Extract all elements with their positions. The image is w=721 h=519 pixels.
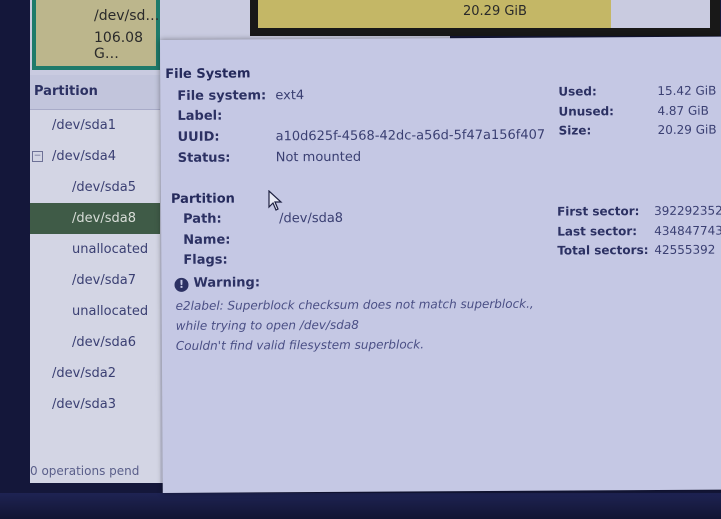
- last-sector-label: Last sector:: [557, 224, 638, 239]
- warning-icon: !: [174, 277, 189, 292]
- partition-row-label: unallocated: [72, 304, 149, 319]
- last-sector-value: 434847743: [654, 223, 721, 238]
- used-value: 15.42 GiB: [657, 83, 717, 98]
- partition-row-label: /dev/sda1: [52, 118, 116, 133]
- warning-title: Warning:: [193, 275, 261, 291]
- used-label: Used:: [558, 84, 597, 99]
- warning-line: Couldn't find valid filesystem superbloc…: [175, 337, 425, 353]
- partition-row-label: /dev/sda8: [72, 211, 136, 226]
- warning-line: e2label: Superblock checksum does not ma…: [175, 296, 534, 313]
- partition-row[interactable]: unallocated: [30, 234, 160, 265]
- partition-row[interactable]: /dev/sda3: [30, 389, 160, 420]
- partition-row-label: /dev/sda5: [72, 180, 136, 195]
- file-system-section-title: File System: [165, 66, 251, 82]
- size-value: 20.29 GiB: [657, 122, 717, 137]
- partition-row[interactable]: unallocated: [30, 296, 160, 327]
- size-label: Size:: [558, 123, 592, 138]
- first-sector-value: 392292352: [654, 203, 721, 218]
- mouse-cursor-icon: [268, 190, 283, 211]
- status-label: Status:: [177, 150, 231, 166]
- uuid-value: a10d625f-4568-42dc-a56d-5f47a156f407: [275, 127, 546, 145]
- unused-label: Unused:: [558, 104, 614, 119]
- partition-column-header[interactable]: Partition: [30, 75, 160, 110]
- total-sectors-label: Total sectors:: [557, 243, 649, 258]
- first-sector-label: First sector:: [557, 204, 640, 219]
- flags-label: Flags:: [183, 252, 228, 268]
- total-sectors-value: 42555392: [654, 242, 716, 257]
- partition-section-title: Partition: [170, 191, 235, 207]
- partition-row-label: /dev/sda4: [52, 149, 116, 164]
- path-value: /dev/sda8: [279, 210, 344, 227]
- desktop-background: [0, 493, 721, 519]
- fs-type-value: ext4: [275, 88, 305, 104]
- path-label: Path:: [183, 211, 222, 227]
- disk-map-partition-path: /dev/sd…: [94, 8, 160, 24]
- disk-map-partition-sda[interactable]: /dev/sd… 106.08 G…: [32, 0, 160, 70]
- partition-row[interactable]: /dev/sda7: [30, 265, 160, 296]
- disk-map-selected-size: 20.29 GiB: [463, 4, 527, 19]
- fs-type-label: File system:: [177, 88, 267, 104]
- unused-value: 4.87 GiB: [657, 103, 709, 118]
- partition-row-label: unallocated: [72, 242, 149, 257]
- partition-row-label: /dev/sda6: [72, 335, 136, 350]
- collapse-expander-icon[interactable]: −: [32, 151, 43, 162]
- partition-information-dialog: File System File system: ext4 Label: UUI…: [160, 36, 721, 493]
- partition-row[interactable]: /dev/sda1: [30, 110, 160, 141]
- pending-operations-status: 0 operations pend: [30, 464, 140, 478]
- warning-line: while trying to open /dev/sda8: [175, 317, 359, 333]
- fs-label-label: Label:: [177, 108, 223, 124]
- partition-list: Partition /dev/sda1 −/dev/sda4/dev/sda5/d…: [30, 75, 160, 483]
- partition-row[interactable]: /dev/sda6: [30, 327, 160, 358]
- disk-map-used-space: [258, 0, 611, 28]
- disk-map-partition-size: 106.08 G…: [94, 30, 143, 62]
- partition-row-label: /dev/sda7: [72, 273, 136, 288]
- partition-row[interactable]: −/dev/sda4: [30, 141, 160, 172]
- partition-row[interactable]: /dev/sda5: [30, 172, 160, 203]
- partition-row[interactable]: /dev/sda2: [30, 358, 160, 389]
- partition-row[interactable]: /dev/sda8: [30, 203, 160, 234]
- uuid-label: UUID:: [177, 129, 220, 145]
- partition-row-label: /dev/sda3: [52, 397, 116, 412]
- status-value: Not mounted: [275, 149, 362, 166]
- name-label: Name:: [183, 232, 231, 248]
- partition-row-label: /dev/sda2: [52, 366, 116, 381]
